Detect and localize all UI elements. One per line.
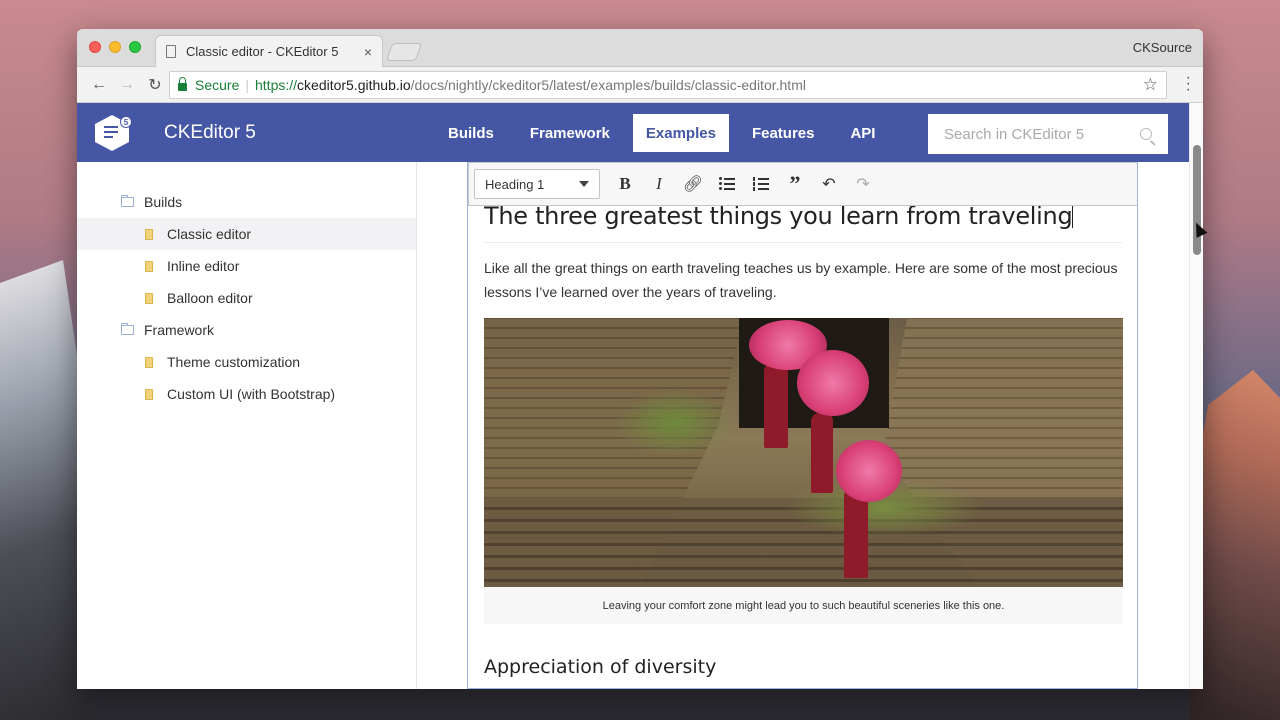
sidebar-item-label: Classic editor	[167, 226, 252, 242]
sidebar-item-label: Theme customization	[167, 354, 301, 370]
menu-kebab-icon[interactable]: · · ·	[1186, 70, 1191, 98]
close-tab-icon[interactable]: ×	[364, 44, 372, 60]
file-icon	[145, 228, 153, 240]
logo-badge: 5	[120, 116, 132, 128]
nav-api[interactable]: API	[837, 114, 888, 152]
sidebar-item-framework[interactable]: Framework	[77, 314, 416, 346]
nav-framework[interactable]: Framework	[517, 114, 623, 152]
editor-toolbar: Heading 1 B I 🔗︎ ” ↶ ↷	[468, 162, 1137, 206]
heading-dropdown-value: Heading 1	[485, 176, 545, 192]
italic-button[interactable]: I	[642, 169, 676, 199]
browser-tab[interactable]: Classic editor - CKEditor 5 ×	[155, 35, 383, 67]
nav-builds[interactable]: Builds	[435, 114, 507, 152]
content-heading-text: The three greatest things you learn from…	[484, 202, 1073, 230]
zoom-window-button[interactable]	[129, 41, 141, 53]
search-input[interactable]: Search in CKEditor 5	[928, 114, 1168, 154]
sidebar-item-balloon-editor[interactable]: Balloon editor	[77, 282, 416, 314]
sidebar-item-classic-editor[interactable]: Classic editor	[77, 218, 416, 250]
reload-icon[interactable]: ↻	[141, 75, 169, 95]
file-icon	[145, 292, 153, 304]
back-arrow-icon[interactable]: ←	[85, 76, 113, 94]
nav-examples[interactable]: Examples	[632, 114, 729, 152]
image-grass	[614, 388, 734, 458]
sidebar-item-builds[interactable]: Builds	[77, 186, 416, 218]
bookmark-star-icon[interactable]: ☆	[1143, 75, 1158, 95]
bold-button[interactable]: B	[608, 169, 642, 199]
search-icon	[1140, 128, 1152, 140]
editable-area[interactable]: The three greatest things you learn from…	[484, 202, 1123, 678]
site-header: 5 CKEditor 5 Builds Framework Examples F…	[77, 103, 1189, 162]
numbered-list-icon[interactable]	[744, 169, 778, 199]
image-umbrella	[797, 350, 869, 416]
image-caption[interactable]: Leaving your comfort zone might lead you…	[484, 587, 1123, 624]
sidebar: Builds Classic editor Inline editor Ball…	[77, 162, 417, 689]
separator: |	[245, 77, 249, 93]
web-page: 5 CKEditor 5 Builds Framework Examples F…	[77, 103, 1189, 689]
profile-name[interactable]: CKSource	[1133, 40, 1192, 55]
undo-icon[interactable]: ↶	[812, 169, 846, 199]
content-paragraph[interactable]: Like all the great things on earth trave…	[484, 256, 1122, 304]
window-controls	[89, 41, 141, 53]
nav-features[interactable]: Features	[739, 114, 828, 152]
file-icon	[145, 388, 153, 400]
content-subheading[interactable]: Appreciation of diversity	[484, 656, 1122, 678]
desktop-wallpaper-right	[1190, 370, 1280, 720]
sidebar-item-custom-ui[interactable]: Custom UI (with Bootstrap)	[77, 378, 416, 410]
tab-title: Classic editor - CKEditor 5	[186, 44, 339, 59]
redo-icon[interactable]: ↷	[846, 169, 880, 199]
folder-icon	[121, 195, 134, 207]
folder-icon	[121, 323, 134, 335]
block-quote-icon[interactable]: ”	[778, 169, 812, 199]
browser-window: Classic editor - CKEditor 5 × CKSource ←…	[77, 29, 1203, 689]
content-heading[interactable]: The three greatest things you learn from…	[484, 202, 1122, 243]
url-path: /docs/nightly/ckeditor5/latest/examples/…	[410, 77, 806, 93]
sidebar-item-label: Framework	[144, 322, 215, 338]
text-caret	[1072, 204, 1074, 228]
image-monk	[811, 413, 833, 493]
sidebar-item-theme-customization[interactable]: Theme customization	[77, 346, 416, 378]
brand-name[interactable]: CKEditor 5	[164, 122, 256, 144]
minimize-window-button[interactable]	[109, 41, 121, 53]
logo-lines-icon	[104, 126, 118, 141]
page-scrollbar[interactable]	[1189, 103, 1203, 689]
file-icon	[145, 260, 153, 272]
sidebar-item-label: Inline editor	[167, 258, 240, 274]
new-tab-button[interactable]	[385, 43, 423, 61]
monks-umbrellas-image[interactable]	[484, 318, 1123, 587]
sidebar-item-label: Builds	[144, 194, 183, 210]
page-icon	[166, 45, 176, 58]
sidebar-item-inline-editor[interactable]: Inline editor	[77, 250, 416, 282]
scrollbar-thumb[interactable]	[1193, 145, 1201, 255]
file-icon	[145, 356, 153, 368]
url-host: ckeditor5.github.io	[297, 77, 411, 93]
url-scheme: https://	[255, 77, 298, 93]
bulleted-list-icon[interactable]	[710, 169, 744, 199]
chevron-down-icon	[579, 181, 589, 187]
link-icon[interactable]: 🔗︎	[676, 169, 710, 199]
sidebar-item-label: Balloon editor	[167, 290, 253, 306]
classic-editor: Heading 1 B I 🔗︎ ” ↶ ↷ The three greates…	[467, 162, 1138, 689]
image-umbrella	[836, 440, 902, 502]
address-bar[interactable]: Secure | https://ckeditor5.github.io/doc…	[169, 71, 1167, 99]
main-nav: Builds Framework Examples Features API	[435, 114, 898, 152]
search-placeholder: Search in CKEditor 5	[944, 125, 1085, 143]
image-monk	[764, 363, 788, 448]
tab-strip: Classic editor - CKEditor 5 × CKSource	[77, 29, 1203, 67]
security-label: Secure	[195, 77, 240, 93]
content-image-figure[interactable]: Leaving your comfort zone might lead you…	[484, 318, 1123, 624]
sidebar-item-label: Custom UI (with Bootstrap)	[167, 386, 336, 402]
lock-icon	[178, 77, 187, 91]
browser-toolbar: ← → ↻ Secure | https://ckeditor5.github.…	[77, 67, 1203, 103]
close-window-button[interactable]	[89, 41, 101, 53]
heading-dropdown[interactable]: Heading 1	[474, 169, 600, 199]
forward-arrow-icon[interactable]: →	[113, 76, 141, 94]
